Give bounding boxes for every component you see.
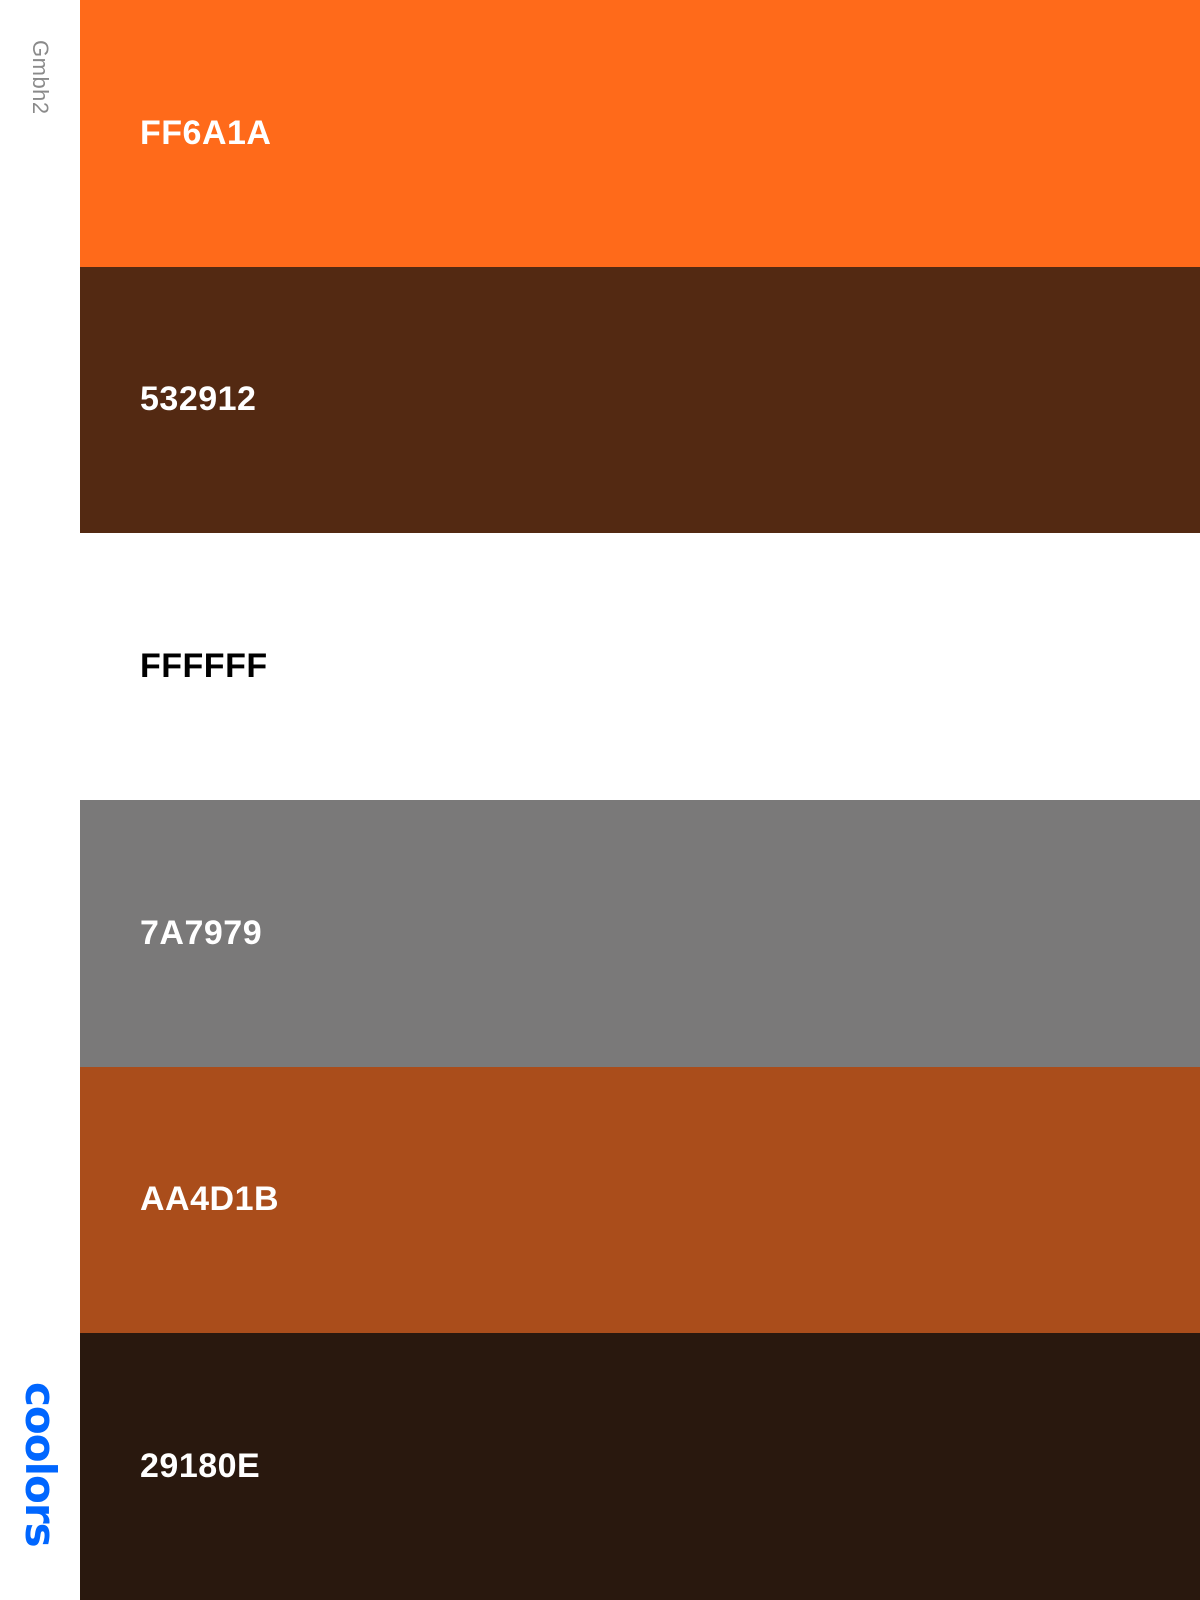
- color-swatch[interactable]: AA4D1B: [80, 1066, 1200, 1334]
- swatch-hex-label: 29180E: [140, 1447, 261, 1486]
- palette-name: Gmbh2: [28, 40, 53, 115]
- swatch-hex-label: 7A7979: [140, 913, 263, 952]
- swatch-hex-label: FFFFFF: [140, 647, 268, 686]
- palette-page: Gmbh2 coolors FF6A1A 532912 FFFFFF 7A797…: [0, 0, 1200, 1600]
- swatch-hex-label: AA4D1B: [140, 1180, 280, 1219]
- coolors-logo[interactable]: coolors: [16, 1382, 65, 1547]
- swatch-hex-label: 532912: [140, 380, 257, 419]
- swatch-hex-label: FF6A1A: [140, 113, 272, 152]
- color-swatch[interactable]: 29180E: [80, 1333, 1200, 1600]
- sidebar: Gmbh2 coolors: [0, 0, 80, 1600]
- color-swatch[interactable]: FF6A1A: [80, 0, 1200, 267]
- color-swatch[interactable]: FFFFFF: [80, 533, 1200, 800]
- color-swatch[interactable]: 532912: [80, 266, 1200, 534]
- swatch-list: FF6A1A 532912 FFFFFF 7A7979 AA4D1B 29180…: [80, 0, 1200, 1600]
- color-swatch[interactable]: 7A7979: [80, 799, 1200, 1067]
